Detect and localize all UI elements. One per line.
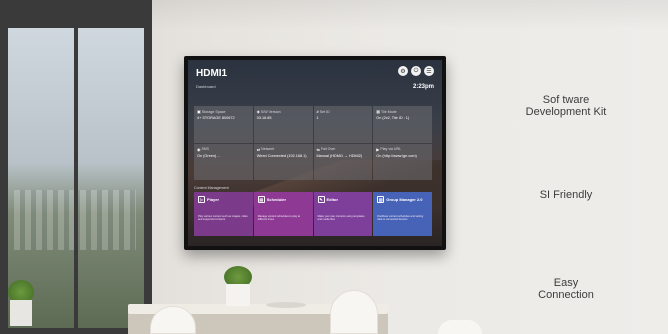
feature-line: SI Friendly [539,189,593,201]
editor-icon: ✎ [317,196,325,203]
tile-value: Wired Connected (192.168.1) [256,153,307,158]
tile-storage[interactable]: ▣ Storage Space 4+ STORAGE 800672 [194,106,253,143]
window-mullion [74,28,78,328]
content-management-label: Content Management [194,186,229,190]
card-group-manager[interactable]: ▥ Group Manager 2.0 Distribute content sc… [373,192,432,236]
card-description: Manage content schedules to play at diff… [257,215,300,222]
plant-pot [10,300,32,326]
set-id-icon: # [316,109,319,114]
tile-mode-icon: ▦ [376,109,381,114]
scheduler-icon: ▤ [257,196,265,203]
tile-play-via-url[interactable]: ▶ Play via URL On (http://www.lge.com) [373,143,432,180]
card-title: Player [207,197,220,202]
tile-title: Fail Over [320,147,336,151]
tile-set-id[interactable]: # Set ID 1 [313,106,373,143]
sns-icon: ◉ [197,146,201,152]
tile-title: S/W Version [260,109,281,114]
software-icon: ◈ [256,109,260,114]
tile-title: SNS [201,147,209,151]
network-icon: ⇄ [256,146,261,152]
header-icons: ⚙ ⏻ ☰ [398,66,434,76]
settings-icon[interactable]: ⚙ [398,66,408,76]
clock: 2:23pm [412,84,434,90]
tile-title: Tile Mode [381,109,397,114]
content-management-cards: ▷ Player Play various content such as ima… [194,192,432,236]
card-description: Distribute content schedules and setting… [377,215,424,222]
tile-sns[interactable]: ◉ SNS On (Green) ... [194,143,253,180]
tile-value: On (Green) ... [197,153,221,158]
tile-failover[interactable]: ⇆ Fail Over Manual (HDMI1 → HDMI2) [313,143,373,180]
card-scheduler[interactable]: ▤ Scheduler Manage content schedules to p… [253,192,313,236]
tile-value: 1 [316,116,319,120]
chair [330,290,378,334]
feature-si-friendly: SI Friendly [506,189,626,201]
feature-line: Easy [553,277,579,289]
tile-title: Play via URL [380,147,402,151]
tile-value: 4+ STORAGE 800672 [197,116,235,120]
tile-tile-mode[interactable]: ▦ Tile Mode On (2x2, Tile ID : 1) [373,106,432,143]
feature-sdk: Sof tware Development Kit [506,94,626,118]
plant-pot [226,284,250,306]
group-manager-icon: ▥ [377,196,385,203]
card-title: Scheduler [266,197,287,202]
dashboard-grid: ▣ Storage Space 4+ STORAGE 800672 ◈ S/W Ve… [194,106,432,180]
card-description: Play various content such as images, vid… [198,215,248,222]
feature-easy-connection: Easy Connection [506,277,626,301]
card-description: Make your own contents using templates a… [317,215,365,222]
display-screen: HDMI1 Dashboard ⚙ ⏻ ☰ 2:23pm ▣ Storage Sp… [188,60,442,246]
tile-value: 03.16.85 [256,116,272,120]
storage-icon: ▣ [197,109,201,114]
feature-line: Connection [538,289,594,301]
card-title: Group Manager 2.0 [386,197,423,202]
chair [438,320,482,334]
input-source-title: HDMI1 [196,68,228,79]
tile-title: Storage Space [201,109,226,114]
card-player[interactable]: ▷ Player Play various content such as ima… [194,192,253,236]
tile-network[interactable]: ⇄ Network Wired Connected (192.168.1) [253,143,313,180]
power-icon[interactable]: ⏻ [411,66,421,76]
tile-value: Manual (HDMI1 → HDMI2) [316,153,363,158]
signage-display: HDMI1 Dashboard ⚙ ⏻ ☰ 2:23pm ▣ Storage Sp… [184,56,446,250]
feature-line: Sof tware [542,94,590,106]
feature-line: Development Kit [525,106,607,118]
player-icon: ▷ [198,196,205,203]
card-editor[interactable]: ✎ Editor Make your own contents using tem… [313,192,373,236]
tile-value: On (http://www.lge.com) [376,153,417,158]
menu-icon[interactable]: ☰ [424,66,434,76]
dashboard-label: Dashboard [196,84,216,89]
card-title: Editor [326,197,339,202]
tile-title: Set ID [319,109,330,114]
failover-icon: ⇆ [316,146,320,152]
tile-value: On (2x2, Tile ID : 1) [376,116,410,120]
plate [266,302,306,308]
screen-header: HDMI1 Dashboard ⚙ ⏻ ☰ 2:23pm [196,66,434,96]
tile-title: Network [261,147,275,151]
tile-software[interactable]: ◈ S/W Version 03.16.85 [253,106,313,143]
play-via-url-icon: ▶ [376,146,380,152]
